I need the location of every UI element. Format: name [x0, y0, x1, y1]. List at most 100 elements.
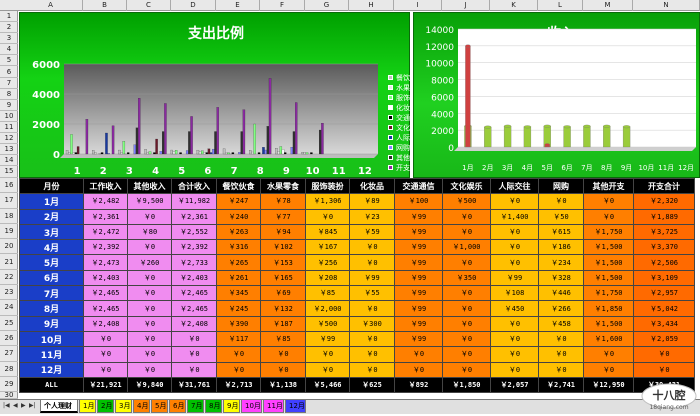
- table-cell[interactable]: ￥117: [217, 331, 261, 346]
- table-cell[interactable]: ￥263: [217, 224, 261, 239]
- column-header[interactable]: C: [127, 0, 171, 11]
- table-cell[interactable]: ￥345: [217, 286, 261, 301]
- table-cell[interactable]: ￥0: [539, 347, 584, 362]
- table-cell[interactable]: ￥1,850: [584, 301, 634, 316]
- table-cell[interactable]: ￥1,500: [584, 316, 634, 331]
- total-cell[interactable]: ￥1,138: [261, 377, 306, 392]
- table-cell[interactable]: ￥2,465: [84, 286, 128, 301]
- table-cell[interactable]: ￥187: [261, 316, 306, 331]
- table-cell[interactable]: ￥2,465: [172, 301, 217, 316]
- table-cell[interactable]: ￥11,982: [172, 194, 217, 209]
- row-header[interactable]: 7: [0, 78, 18, 89]
- month-cell[interactable]: 3月: [20, 224, 84, 239]
- table-cell[interactable]: ￥208: [306, 270, 350, 285]
- table-cell[interactable]: ￥0: [350, 362, 395, 377]
- column-header[interactable]: H: [349, 0, 394, 11]
- table-cell[interactable]: ￥1,500: [584, 255, 634, 270]
- table-cell[interactable]: ￥247: [217, 194, 261, 209]
- table-cell[interactable]: ￥2,059: [634, 331, 695, 346]
- column-header[interactable]: F: [260, 0, 305, 11]
- table-cell[interactable]: ￥1,750: [584, 224, 634, 239]
- table-cell[interactable]: ￥99: [395, 224, 443, 239]
- table-cell[interactable]: ￥458: [539, 316, 584, 331]
- column-header[interactable]: G: [305, 0, 349, 11]
- table-cell[interactable]: ￥260: [128, 255, 172, 270]
- row-header[interactable]: 6: [0, 67, 18, 78]
- column-header[interactable]: N: [633, 0, 700, 11]
- table-cell[interactable]: ￥0: [128, 331, 172, 346]
- table-cell[interactable]: ￥316: [217, 240, 261, 255]
- table-cell[interactable]: ￥2,472: [84, 224, 128, 239]
- row-header[interactable]: 3: [0, 33, 18, 44]
- column-header[interactable]: L: [538, 0, 583, 11]
- row-header[interactable]: 17: [0, 193, 18, 208]
- table-cell[interactable]: ￥265: [217, 255, 261, 270]
- sheet-tab[interactable]: 8月: [205, 400, 222, 413]
- row-header[interactable]: 29: [0, 377, 18, 392]
- sheet-tab[interactable]: 11月: [263, 400, 284, 413]
- table-cell[interactable]: ￥0: [491, 240, 539, 255]
- row-header[interactable]: 15: [0, 166, 18, 178]
- row-header[interactable]: 25: [0, 316, 18, 331]
- sheet-tab[interactable]: 6月: [169, 400, 186, 413]
- table-cell[interactable]: ￥85: [261, 331, 306, 346]
- total-cell[interactable]: ￥2,713: [217, 377, 261, 392]
- table-cell[interactable]: ￥615: [539, 224, 584, 239]
- table-cell[interactable]: ￥99: [306, 331, 350, 346]
- table-cell[interactable]: ￥0: [634, 362, 695, 377]
- column-heading[interactable]: 其他收入: [128, 179, 172, 194]
- table-cell[interactable]: ￥0: [306, 362, 350, 377]
- column-header[interactable]: A: [19, 0, 83, 11]
- row-header[interactable]: 10: [0, 111, 18, 122]
- row-header[interactable]: 16: [0, 178, 18, 193]
- total-cell[interactable]: ￥1,850: [443, 377, 491, 392]
- table-cell[interactable]: ￥1,600: [584, 331, 634, 346]
- table-cell[interactable]: ￥99: [491, 270, 539, 285]
- month-cell[interactable]: 8月: [20, 301, 84, 316]
- table-cell[interactable]: ￥1,500: [584, 270, 634, 285]
- sheet-tab[interactable]: 12月: [285, 400, 306, 413]
- table-cell[interactable]: ￥0: [491, 347, 539, 362]
- column-heading[interactable]: 其他开支: [584, 179, 634, 194]
- table-cell[interactable]: ￥300: [350, 316, 395, 331]
- table-cell[interactable]: ￥132: [261, 301, 306, 316]
- column-header[interactable]: E: [216, 0, 260, 11]
- sheet-tab[interactable]: 3月: [115, 400, 132, 413]
- table-cell[interactable]: ￥500: [306, 316, 350, 331]
- table-cell[interactable]: ￥102: [261, 240, 306, 255]
- table-cell[interactable]: ￥0: [634, 347, 695, 362]
- table-cell[interactable]: ￥0: [584, 347, 634, 362]
- table-cell[interactable]: ￥0: [443, 224, 491, 239]
- row-header[interactable]: 21: [0, 255, 18, 270]
- table-cell[interactable]: ￥0: [128, 209, 172, 224]
- table-cell[interactable]: ￥85: [306, 286, 350, 301]
- total-cell[interactable]: ￥31,761: [172, 377, 217, 392]
- table-cell[interactable]: ￥80: [128, 224, 172, 239]
- table-cell[interactable]: ￥99: [395, 255, 443, 270]
- table-cell[interactable]: ￥55: [350, 286, 395, 301]
- table-cell[interactable]: ￥350: [443, 270, 491, 285]
- table-cell[interactable]: ￥2,482: [84, 194, 128, 209]
- table-cell[interactable]: ￥165: [261, 270, 306, 285]
- table-cell[interactable]: ￥1,306: [306, 194, 350, 209]
- table-cell[interactable]: ￥59: [350, 224, 395, 239]
- table-cell[interactable]: ￥0: [491, 362, 539, 377]
- first-sheet-icon[interactable]: |◀: [3, 402, 10, 409]
- table-cell[interactable]: ￥50: [539, 209, 584, 224]
- month-cell[interactable]: 2月: [20, 209, 84, 224]
- total-cell[interactable]: ￥2,741: [539, 377, 584, 392]
- table-cell[interactable]: ￥2,552: [172, 224, 217, 239]
- table-cell[interactable]: ￥0: [128, 301, 172, 316]
- table-cell[interactable]: ￥0: [584, 194, 634, 209]
- column-heading[interactable]: 开支合计: [634, 179, 695, 194]
- table-cell[interactable]: ￥0: [443, 286, 491, 301]
- column-header[interactable]: B: [83, 0, 127, 11]
- table-cell[interactable]: ￥240: [217, 209, 261, 224]
- table-cell[interactable]: ￥69: [261, 286, 306, 301]
- table-cell[interactable]: ￥2,361: [172, 209, 217, 224]
- table-cell[interactable]: ￥0: [350, 347, 395, 362]
- table-cell[interactable]: ￥77: [261, 209, 306, 224]
- row-header[interactable]: 8: [0, 89, 18, 100]
- column-heading[interactable]: 化妆品: [350, 179, 395, 194]
- table-cell[interactable]: ￥1,000: [443, 240, 491, 255]
